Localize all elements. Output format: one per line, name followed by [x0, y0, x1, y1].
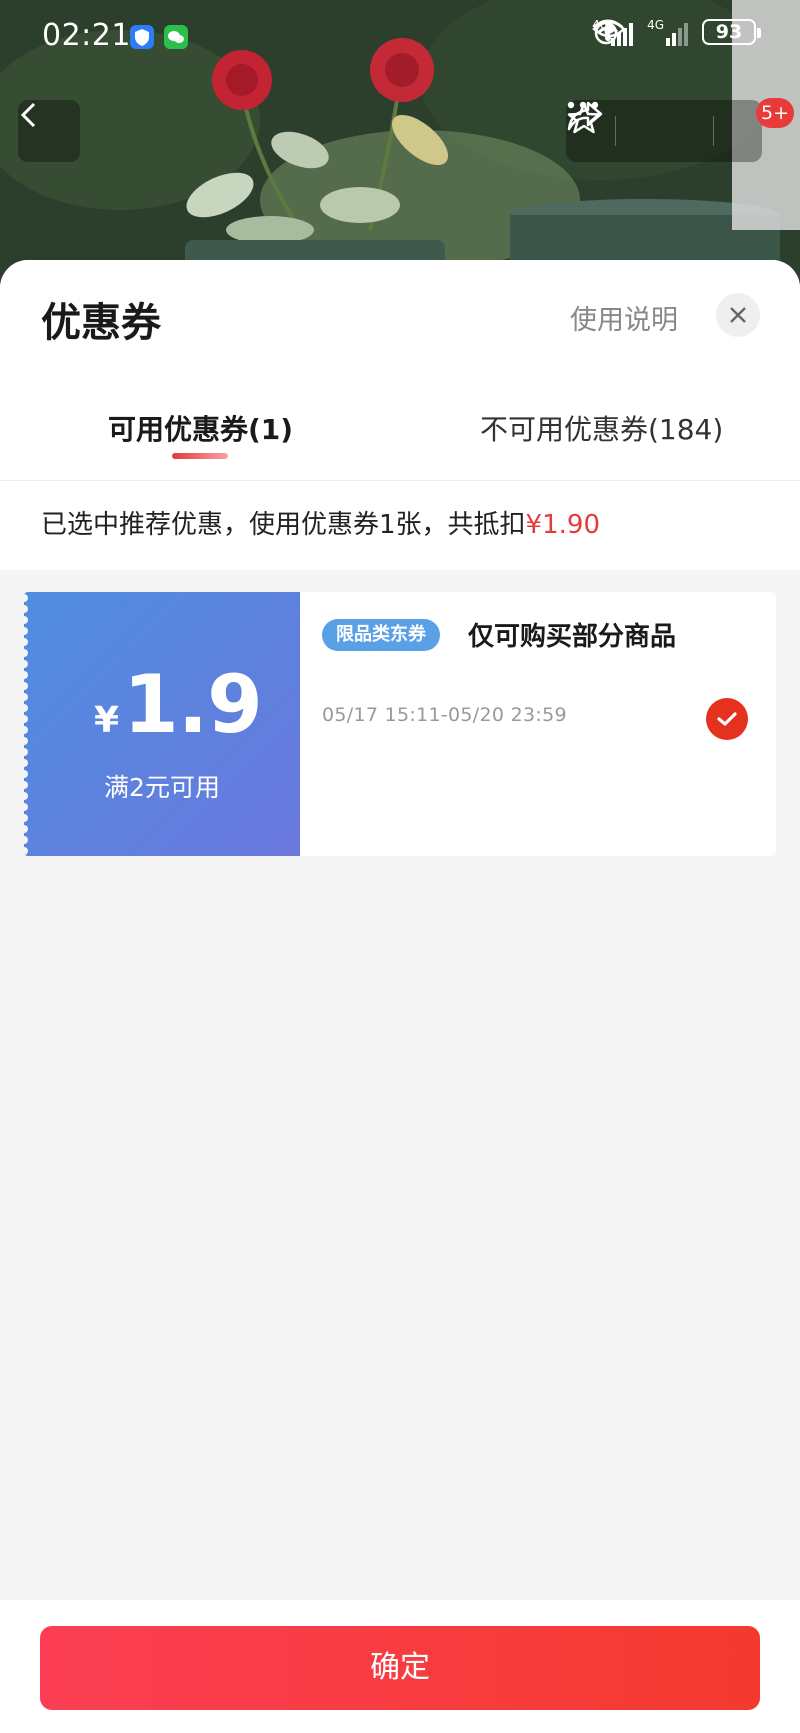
scallop-notch	[24, 616, 28, 624]
product-photo-backdrop: 02:21 4G 4G 93 5+	[0, 0, 800, 300]
coupon-validity-date: 05/17 15:11-05/20 23:59	[322, 704, 567, 726]
coupon-selected-checkbox[interactable]	[706, 698, 748, 740]
scallop-notch	[24, 693, 28, 701]
status-icons: 4G 4G 93	[592, 18, 761, 46]
wechat-icon	[164, 25, 188, 49]
more-icon[interactable]	[566, 100, 600, 110]
chevron-left-icon	[20, 102, 36, 128]
sheet-header: 优惠券 使用说明 可用优惠券(1) 不可用优惠券(184)	[0, 260, 800, 480]
scallop-notch	[24, 847, 28, 855]
coupon-condition: 满2元可用	[104, 773, 220, 802]
back-button[interactable]	[18, 100, 80, 162]
scallop-notch	[24, 759, 28, 767]
scallop-notch	[24, 715, 28, 723]
scallop-notch	[24, 594, 28, 602]
confirm-button[interactable]: 确定	[40, 1626, 760, 1710]
active-tab-indicator	[172, 453, 228, 459]
scallop-notch	[24, 605, 28, 613]
coupon-sheet: 优惠券 使用说明 可用优惠券(1) 不可用优惠券(184) 已选中推荐优惠，使用…	[0, 260, 800, 1733]
battery-indicator: 93	[702, 19, 761, 45]
scallop-notch	[24, 726, 28, 734]
scallop-notch	[24, 748, 28, 756]
scallop-notch	[24, 627, 28, 635]
sheet-footer: 确定	[0, 1600, 800, 1733]
close-button[interactable]	[716, 293, 760, 337]
coupon-currency: ¥	[94, 700, 120, 741]
coupon-value-panel: ¥ 1.9 满2元可用	[24, 592, 300, 856]
sheet-title: 优惠券	[41, 300, 161, 346]
security-shield-icon	[130, 25, 154, 49]
scallop-notch	[24, 814, 28, 822]
status-time: 02:21	[42, 18, 131, 53]
scallop-notch	[24, 803, 28, 811]
message-badge: 5+	[756, 98, 795, 128]
tab-available-coupons[interactable]: 可用优惠券(1)	[108, 408, 293, 448]
summary-amount: ¥1.90	[525, 510, 600, 540]
scallop-notch	[24, 836, 28, 844]
divider	[614, 116, 616, 146]
coupon-title: 仅可购买部分商品	[468, 622, 677, 652]
signal-icon-2: 4G	[647, 18, 688, 46]
scallop-notch	[24, 660, 28, 668]
scallop-notch	[24, 825, 28, 833]
tab-unavailable-coupons[interactable]: 不可用优惠券(184)	[480, 408, 723, 448]
check-icon	[717, 712, 737, 726]
nav-action-group	[566, 100, 762, 162]
scallop-notch	[24, 737, 28, 745]
scallop-notch	[24, 649, 28, 657]
coupon-amount: ¥ 1.9	[94, 658, 263, 751]
status-bar: 02:21 4G 4G 93	[0, 0, 800, 76]
summary-text: 已选中推荐优惠，使用优惠券1张，共抵扣	[41, 510, 526, 540]
scallop-notch	[24, 704, 28, 712]
coupon-edge-scallop	[24, 594, 28, 855]
scallop-notch	[24, 682, 28, 690]
coupon-card[interactable]: ¥ 1.9 满2元可用 限品类东券 仅可购买部分商品 05/17 15:11-0…	[24, 592, 776, 856]
selection-summary: 已选中推荐优惠，使用优惠券1张，共抵扣¥1.90	[0, 480, 800, 570]
wifi-icon	[593, 19, 624, 41]
close-icon	[730, 307, 746, 323]
coupon-category-tag: 限品类东券	[322, 619, 440, 651]
divider	[712, 116, 714, 146]
usage-instructions-link[interactable]: 使用说明	[570, 298, 678, 337]
scallop-notch	[24, 638, 28, 646]
coupon-value: 1.9	[123, 658, 263, 751]
scallop-notch	[24, 671, 28, 679]
